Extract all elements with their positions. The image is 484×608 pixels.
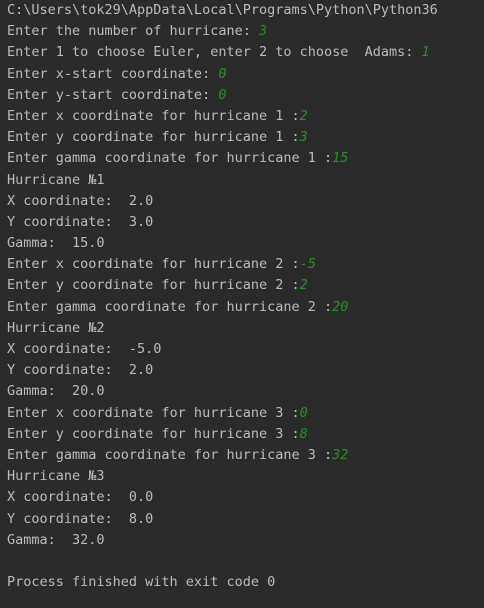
user-input-text: 2	[299, 107, 308, 124]
console-line-h2-y: Enter y coordinate for hurricane 2 :2	[0, 275, 484, 296]
console-line-h2-title: Hurricane №2	[0, 318, 484, 339]
console-line-h3-y: Enter y coordinate for hurricane 3 :8	[0, 424, 484, 445]
user-input-text: 3	[258, 23, 268, 40]
console-line-h3-gamma-out: Gamma: 32.0	[0, 530, 484, 551]
prompt-text: Enter the number of hurricane:	[7, 23, 259, 40]
prompt-text: Enter x coordinate for hurricane 2 :	[7, 256, 300, 273]
output-text: Gamma: 15.0	[7, 235, 105, 252]
console-line-h3-y-out: Y coordinate: 8.0	[0, 509, 484, 530]
user-input-text: -5	[299, 256, 316, 273]
prompt-text: Enter y coordinate for hurricane 2 :	[7, 277, 300, 294]
output-text: Gamma: 32.0	[7, 531, 105, 548]
console-line-x-start: Enter x-start coordinate: 0	[0, 64, 484, 85]
console-line-path: C:\Users\tok29\AppData\Local\Programs\Py…	[0, 0, 484, 21]
console-line-h1-x-out: X coordinate: 2.0	[0, 191, 484, 212]
output-text: Gamma: 20.0	[7, 383, 105, 400]
output-text: Y coordinate: 3.0	[7, 213, 154, 230]
prompt-text: Enter gamma coordinate for hurricane 3 :	[7, 446, 333, 463]
prompt-text: Enter y-start coordinate:	[7, 86, 219, 103]
user-input-text: 8	[299, 425, 308, 442]
console-line-h1-x: Enter x coordinate for hurricane 1 :2	[0, 106, 484, 127]
output-text: Hurricane №3	[7, 468, 105, 485]
user-input-text: 0	[218, 65, 227, 82]
console-line-h3-title: Hurricane №3	[0, 466, 484, 487]
console-line-h3-gamma: Enter gamma coordinate for hurricane 3 :…	[0, 445, 484, 466]
console-line-h3-x: Enter x coordinate for hurricane 3 :0	[0, 403, 484, 424]
console-line-h2-x-out: X coordinate: -5.0	[0, 339, 484, 360]
user-input-text: 1	[421, 44, 430, 61]
exit-status-text: Process finished with exit code 0	[7, 574, 276, 591]
console-line-y-start: Enter y-start coordinate: 0	[0, 85, 484, 106]
output-text: Y coordinate: 2.0	[7, 362, 154, 379]
console-line-method-choice: Enter 1 to choose Euler, enter 2 to choo…	[0, 42, 484, 63]
user-input-text: 3	[299, 129, 308, 146]
prompt-text: Enter y coordinate for hurricane 3 :	[7, 425, 300, 442]
prompt-text: Enter x coordinate for hurricane 1 :	[7, 107, 300, 124]
console-line-h1-gamma: Enter gamma coordinate for hurricane 1 :…	[0, 148, 484, 169]
prompt-text: Enter y coordinate for hurricane 1 :	[7, 129, 300, 146]
prompt-text: Enter gamma coordinate for hurricane 2 :	[7, 298, 333, 315]
prompt-text: Enter 1 to choose Euler, enter 2 to choo…	[7, 44, 422, 61]
console-line-h1-gamma-out: Gamma: 15.0	[0, 233, 484, 254]
run-console-output[interactable]: C:\Users\tok29\AppData\Local\Programs\Py…	[0, 0, 484, 608]
output-text: X coordinate: 0.0	[7, 489, 154, 506]
prompt-text: Enter x coordinate for hurricane 3 :	[7, 404, 300, 421]
prompt-text: Enter x-start coordinate:	[7, 65, 219, 82]
console-path-text: C:\Users\tok29\AppData\Local\Programs\Py…	[7, 2, 438, 18]
output-text: Y coordinate: 8.0	[7, 510, 154, 527]
console-line-h1-y: Enter y coordinate for hurricane 1 :3	[0, 127, 484, 148]
console-line-h2-gamma: Enter gamma coordinate for hurricane 2 :…	[0, 297, 484, 318]
console-line-exit-status: Process finished with exit code 0	[0, 572, 484, 593]
console-line-h1-title: Hurricane №1	[0, 170, 484, 191]
console-line-h2-x: Enter x coordinate for hurricane 2 :-5	[0, 254, 484, 275]
console-line-h2-y-out: Y coordinate: 2.0	[0, 360, 484, 381]
console-line-h3-x-out: X coordinate: 0.0	[0, 487, 484, 508]
user-input-text: 0	[218, 86, 227, 103]
output-text: Hurricane №2	[7, 319, 105, 336]
console-line-h2-gamma-out: Gamma: 20.0	[0, 381, 484, 402]
console-line-hurricane-count: Enter the number of hurricane: 3	[0, 21, 484, 42]
user-input-text: 0	[299, 404, 308, 421]
user-input-text: 15	[332, 150, 349, 167]
prompt-text: Enter gamma coordinate for hurricane 1 :	[7, 150, 333, 167]
console-line-h1-y-out: Y coordinate: 3.0	[0, 212, 484, 233]
user-input-text: 20	[332, 298, 349, 315]
output-text: Hurricane №1	[7, 171, 105, 188]
user-input-text: 32	[332, 446, 349, 463]
output-text: X coordinate: 2.0	[7, 192, 154, 209]
user-input-text: 2	[299, 277, 308, 294]
output-text: X coordinate: -5.0	[7, 341, 162, 357]
